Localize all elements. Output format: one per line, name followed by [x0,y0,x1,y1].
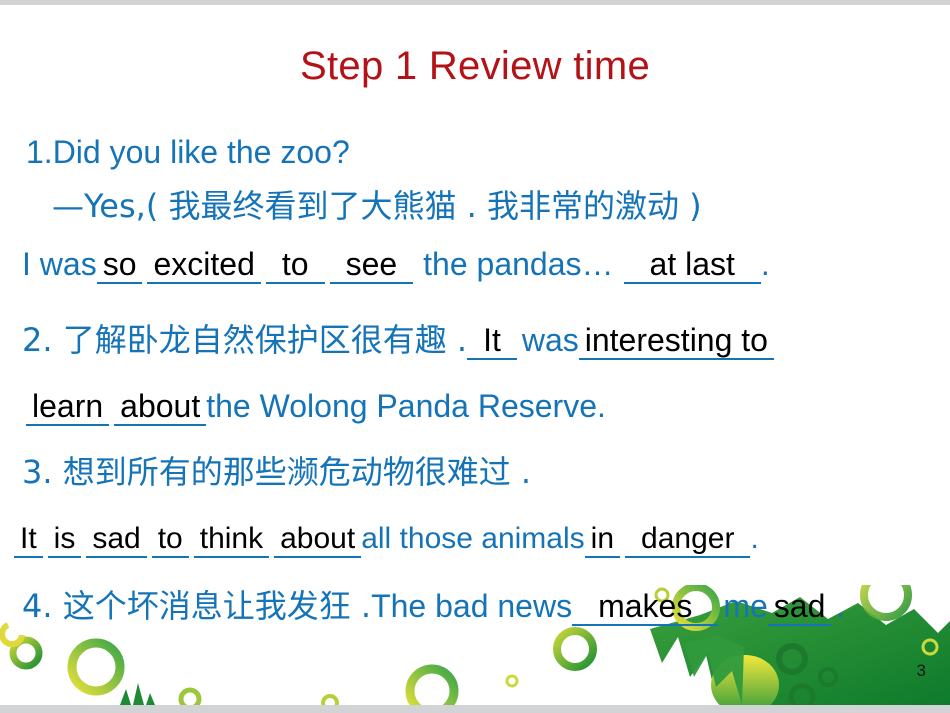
question-3-chinese: 3. 想到所有的那些濒危动物很难过 . [22,453,532,491]
q4-chinese: 4. 这个坏消息让我发狂 . [22,587,372,625]
window-top-band [0,0,950,5]
q3-blank-8[interactable]: danger [625,523,751,558]
q3-end-punct: . [750,522,759,555]
q1-end-punct: . [760,246,770,282]
q4-blank-1[interactable]: makes [572,590,719,626]
question-1-prompt: 1.Did you like the zoo? [26,134,350,170]
q2-chinese: 2. 了解卧龙自然保护区很有趣 . [22,321,468,359]
question-1-chinese: —Yes,( 我最终看到了大熊猫 . 我非常的激动 ) [52,187,702,225]
q1-blank-2[interactable]: excited [147,248,261,284]
q4-mid-text: me [723,588,768,624]
q3-blank-7[interactable]: in [584,523,621,558]
q2-blank-3[interactable]: learn [26,390,110,426]
q4-end-punct: . [836,588,846,624]
q3-blank-1[interactable]: It [14,523,43,558]
page-number: 3 [916,661,926,680]
slide-canvas: Step 1 Review time 1.Did you like the zo… [0,0,950,713]
q4-pre-text: The bad news [371,588,573,624]
q1-mid-text: the pandas… [423,246,614,282]
question-4-line: 4. 这个坏消息让我发狂 .The bad news makes me sad. [22,590,845,626]
q1-pre-text: I was [22,246,97,282]
question-2-line: 2. 了解卧龙自然保护区很有趣 . It was interesting to [22,324,774,360]
q3-blank-2[interactable]: is [47,523,82,558]
window-bottom-band [0,705,950,713]
q4-blank-2[interactable]: sad [767,590,832,626]
q3-mid-text: all those animals [361,522,585,555]
q2-blank-2[interactable]: interesting to [578,324,774,360]
q1-blank-3[interactable]: to [265,248,325,284]
q2-blank-4[interactable]: about [114,390,207,426]
q3-blank-5[interactable]: think [193,523,270,558]
q3-blank-4[interactable]: to [151,523,189,558]
q1-blank-4[interactable]: see [329,248,414,284]
question-2-line-2: learn about the Wolong Panda Reserve. [26,390,606,426]
q2-end-text: the Wolong Panda Reserve. [206,388,606,424]
q2-mid-text: was [521,322,579,358]
page-title: Step 1 Review time [300,44,650,88]
question-1-answer-line: I was so excited to see the pandas… at last. [22,248,770,284]
q3-blank-3[interactable]: sad [86,523,147,558]
q2-blank-1[interactable]: It [467,324,517,360]
q1-blank-5[interactable]: at last [623,248,761,284]
q1-blank-1[interactable]: so [96,248,143,284]
q3-blank-6[interactable]: about [274,523,362,558]
question-3-answer-line: It is sad to think about all those animals in da… [14,522,759,558]
